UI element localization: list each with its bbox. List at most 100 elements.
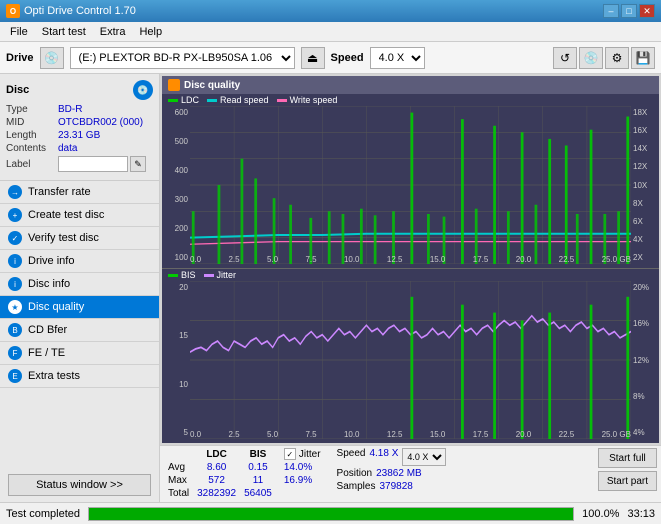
eject-icon[interactable]: 💿 [40,47,64,69]
bis-legend-color [168,274,178,277]
avg-label: Avg [164,461,193,474]
cd-bfer-label: CD Bfer [28,324,67,336]
speed-select[interactable]: 4.0 X [370,47,425,69]
progress-bar [88,507,574,521]
samples-value: 379828 [379,481,412,492]
eject-button[interactable]: ⏏ [301,47,325,69]
disc-quality-icon: ★ [8,300,22,314]
max-bis: 11 [240,474,276,487]
start-part-button[interactable]: Start part [598,471,657,491]
save-button[interactable]: 💾 [631,47,655,69]
sidebar-item-transfer-rate[interactable]: → Transfer rate [0,181,159,204]
avg-jitter-value: 14.0% [284,462,312,473]
position-row: Position 23862 MB [337,468,447,479]
chart-title-bar: Disc quality [162,76,659,94]
menu-file[interactable]: File [4,25,34,39]
x-axis-labels-bottom: 0.0 2.5 5.0 7.5 10.0 12.5 15.0 17.5 20.0… [190,430,631,439]
create-test-disc-icon: + [8,208,22,222]
action-buttons: Start full Start part [598,448,657,491]
samples-row: Samples 379828 [337,481,447,492]
contents-label: Contents [6,143,58,154]
x-axis-labels-top: 0.0 2.5 5.0 7.5 10.0 12.5 15.0 17.5 20.0… [190,255,631,264]
disc-label-row: Label ✎ [6,156,153,172]
length-value: 23.31 GB [58,130,100,141]
label-input[interactable] [58,156,128,172]
disc-length-row: Length 23.31 GB [6,130,153,141]
fe-te-label: FE / TE [28,347,65,359]
sidebar-item-fe-te[interactable]: F FE / TE [0,342,159,365]
menu-help[interactable]: Help [133,25,168,39]
refresh-button[interactable]: ↺ [553,47,577,69]
sidebar-item-drive-info[interactable]: i Drive info [0,250,159,273]
ldc-header: LDC [193,448,240,461]
top-chart-area: 600 500 400 300 200 100 [162,106,659,264]
extra-tests-icon: E [8,369,22,383]
speed-row: Speed 4.18 X 4.0 X [337,448,447,466]
speed-select[interactable]: 4.0 X [402,448,446,466]
total-ldc: 3282392 [193,487,240,500]
max-jitter-value: 16.9% [284,475,312,486]
jitter-legend: Jitter [204,270,237,280]
sidebar: Disc 💿 Type BD-R MID OTCBDR002 (000) Len… [0,74,160,502]
content-area: Disc quality LDC Read speed [160,74,661,502]
drive-info-label: Drive info [28,255,74,267]
transfer-rate-icon: → [8,185,22,199]
write-speed-legend-color [277,99,287,102]
status-window-button[interactable]: Status window >> [8,474,151,496]
sidebar-item-disc-quality[interactable]: ★ Disc quality [0,296,159,319]
mid-value: OTCBDR002 (000) [58,117,143,128]
bottom-chart-svg [190,281,631,439]
chart-icon [168,79,180,91]
mid-label: MID [6,117,58,128]
menubar: File Start test Extra Help [0,22,661,42]
speed-label: Speed [331,52,364,64]
settings-button[interactable]: ⚙ [605,47,629,69]
minimize-button[interactable]: – [603,4,619,18]
disc-header: Disc 💿 [6,80,153,100]
jitter-checkbox[interactable]: ✓ [284,448,296,460]
bottom-legend: BIS Jitter [162,269,659,281]
titlebar: O Opti Drive Control 1.70 – □ ✕ [0,0,661,22]
maximize-button[interactable]: □ [621,4,637,18]
jitter-row: ✓ Jitter [284,448,321,460]
transfer-rate-label: Transfer rate [28,186,91,198]
label-edit-button[interactable]: ✎ [130,156,146,172]
drive-info-icon: i [8,254,22,268]
sidebar-item-create-test-disc[interactable]: + Create test disc [0,204,159,227]
bottom-chart-area: 20 15 10 5 [162,281,659,439]
max-ldc: 572 [193,474,240,487]
status-text: Test completed [6,508,80,520]
sidebar-item-extra-tests[interactable]: E Extra tests [0,365,159,388]
disc-contents-row: Contents data [6,143,153,154]
close-button[interactable]: ✕ [639,4,655,18]
progress-fill [89,508,573,520]
total-label: Total [164,487,193,500]
menu-extra[interactable]: Extra [94,25,132,39]
jitter-legend-color [204,274,214,277]
sidebar-item-disc-info[interactable]: i Disc info [0,273,159,296]
type-value: BD-R [58,104,82,115]
main-area: Disc 💿 Type BD-R MID OTCBDR002 (000) Len… [0,74,661,502]
max-jitter-row: 16.9% [284,475,321,486]
start-full-button[interactable]: Start full [598,448,657,468]
read-speed-legend: Read speed [207,95,269,105]
menu-start-test[interactable]: Start test [36,25,92,39]
disc-info-icon: i [8,277,22,291]
contents-value: data [58,143,77,154]
bottom-chart: BIS Jitter 20 15 10 5 [162,269,659,443]
speed-label: Speed [337,448,366,466]
avg-jitter-row: 14.0% [284,462,321,473]
disc-mid-row: MID OTCBDR002 (000) [6,117,153,128]
sidebar-item-verify-test-disc[interactable]: ✓ Verify test disc [0,227,159,250]
cd-bfer-icon: B [8,323,22,337]
position-panel: Speed 4.18 X 4.0 X Position 23862 MB Sam… [337,448,447,492]
ldc-legend: LDC [168,95,199,105]
titlebar-controls: – □ ✕ [603,4,655,18]
disc-button[interactable]: 💿 [579,47,603,69]
length-label: Length [6,130,58,141]
drive-select[interactable]: (E:) PLEXTOR BD-R PX-LB950SA 1.06 [70,47,295,69]
verify-test-disc-icon: ✓ [8,231,22,245]
max-label: Max [164,474,193,487]
sidebar-item-cd-bfer[interactable]: B CD Bfer [0,319,159,342]
top-chart-svg [190,106,631,264]
